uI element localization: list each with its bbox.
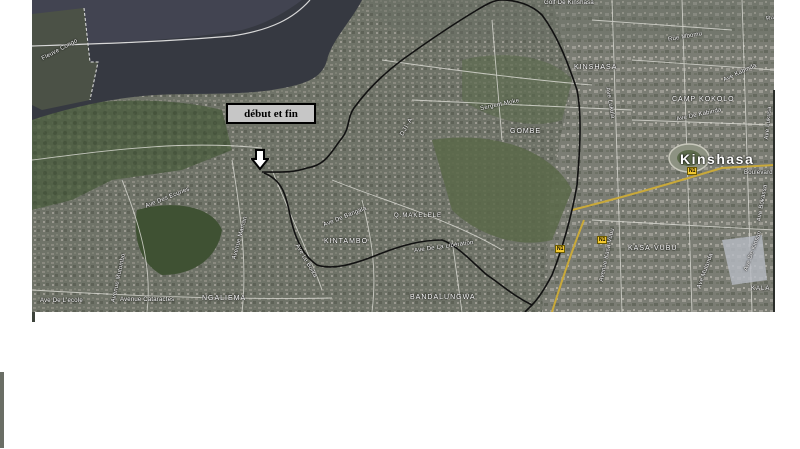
road-boulevard: Boulevard [744,170,773,176]
road-avenue-cataractes: Avenue Cataractes [120,297,175,303]
district-kintambo: KINTAMBO [324,238,369,245]
down-arrow-icon [251,149,269,171]
satellite-map[interactable]: Fleuve Congo Golf De Kinshasa KINSHASA C… [32,0,774,312]
map-edge-strip [32,312,35,322]
route-shield-n1: N1 [597,236,608,244]
city-kinshasa: Kinshasa [680,151,755,167]
golf-label: Golf De Kinshasa [544,0,594,6]
route-shield-n1: N1 [687,167,698,175]
district-ngaliema: NGALIEMA [202,295,247,302]
district-bandalungwa: BANDALUNGWA [410,294,476,301]
start-end-callout: début et fin [226,103,316,124]
district-camp-kokolo: GOMBE [510,128,542,135]
district-makelele: Q.MAKELELE [394,213,443,219]
map-edge-strip-left [0,372,4,448]
district-kala: KALA [751,286,771,292]
district-lingwala: KINSHASA [574,64,618,71]
route-shield-n1: N1 [555,245,566,253]
district-kinshasa: CAMP KOKOLO [672,96,735,103]
map-imagery [32,0,774,312]
road-ave-de-lecole: Ave De L'ecole [40,298,83,304]
map-edge-strip-right [773,90,775,312]
district-kasa-vubu: KASA-VUBU [628,245,678,252]
